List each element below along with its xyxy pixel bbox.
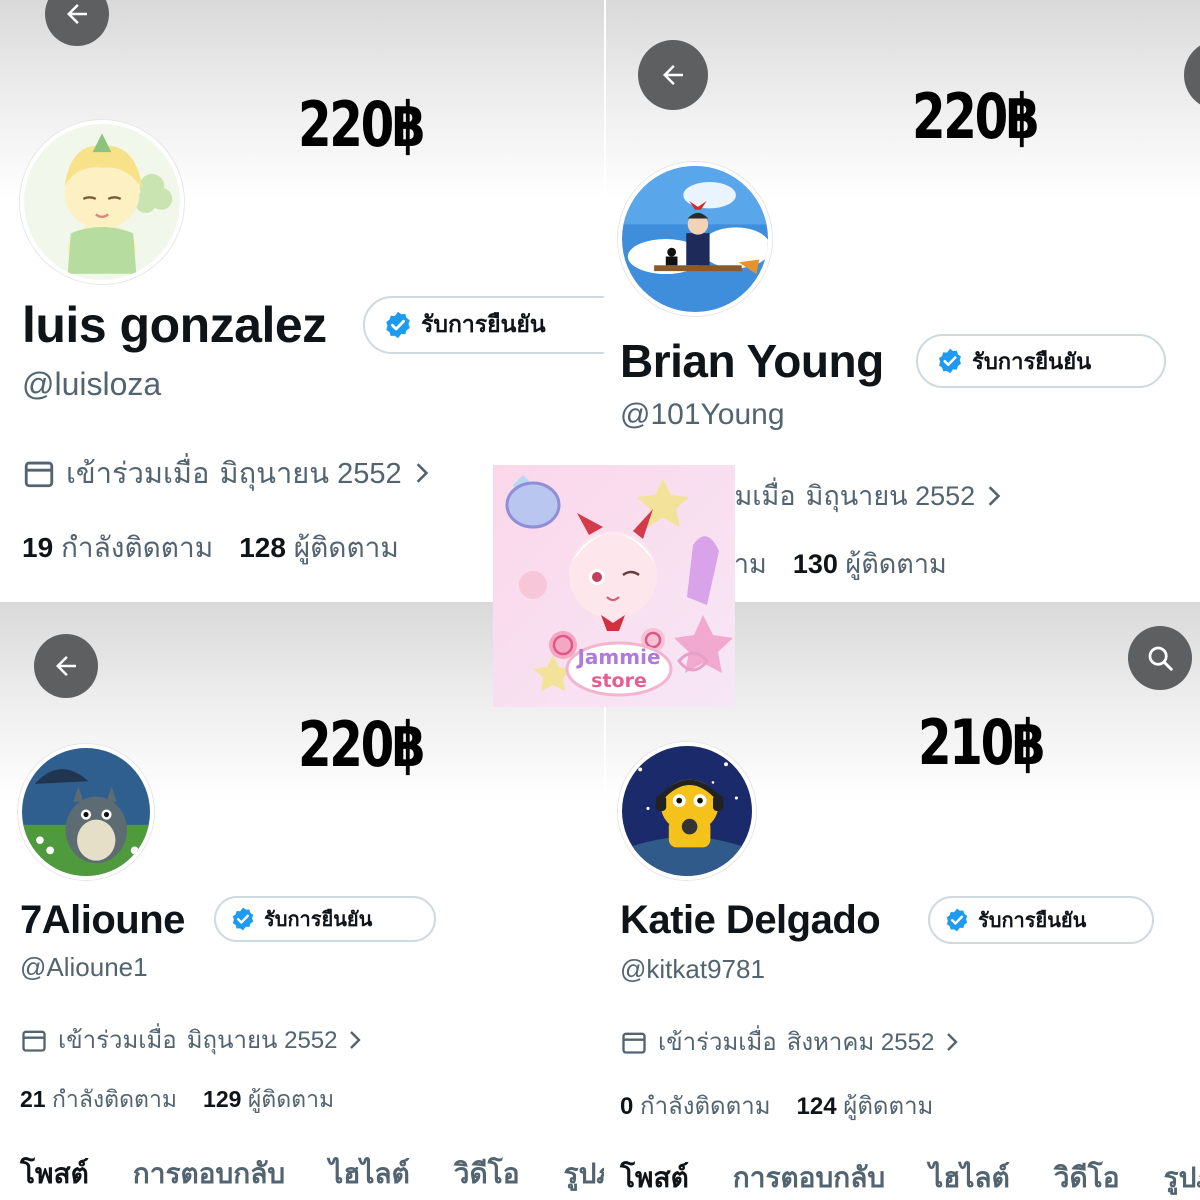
search-button[interactable] [1128,626,1192,690]
following-count[interactable]: 21 กำลังติดตาม [20,1082,177,1118]
back-button[interactable] [638,40,708,110]
logo-line2: store [591,670,647,692]
joined-date[interactable]: เข้าร่วมเมื่อ มิถุนายน 2552 [22,450,432,496]
joined-value: มิถุนายน 2552 [219,458,402,490]
tab-highlights[interactable]: ไฮไลต์ [329,1152,410,1196]
back-arrow-icon [663,65,683,85]
get-verified-button[interactable]: รับการยืนยัน [214,896,436,942]
follow-stats: 0 กำลังติดตาม 124 ผู้ติดตาม [620,1086,933,1125]
chevron-right-icon [988,485,1001,506]
calendar-icon [22,1030,46,1052]
store-logo-artwork: Jammie store [493,465,735,707]
chevron-right-icon [947,1032,959,1051]
following-count[interactable]: 19 กำลังติดตาม [22,526,213,570]
avatar[interactable] [18,744,154,880]
display-name: Brian Young [620,335,884,387]
verified-badge-icon [232,907,254,931]
joined-prefix: เข้าร่วมเมื่อ [58,1027,177,1054]
following-count[interactable]: 0 กำลังติดตาม [620,1086,771,1125]
followers-count[interactable]: 124 ผู้ติดตาม [797,1086,934,1125]
avatar[interactable] [618,742,756,880]
price-label: 210฿ [918,706,1046,779]
tab-photos[interactable]: รูปภาพ [564,1152,604,1196]
verified-badge-icon [939,348,961,374]
jammie-store-illustration: Jammie store [493,465,735,707]
follow-stats: 21 กำลังติดตาม 129 ผู้ติดตาม [20,1082,334,1118]
calendar-icon [24,461,54,488]
verify-label: รับการยืนยัน [972,348,1092,374]
price-label: 220฿ [298,88,426,161]
get-verified-button[interactable]: รับการยืนยัน [928,896,1154,944]
joined-date[interactable]: เข้าร่วมเมื่อ มิถุนายน 2552 [20,1020,363,1059]
user-handle: @luisloza [22,366,162,402]
logo-line1: Jammie [575,645,660,669]
tab-videos[interactable]: วิดีโอ [1054,1156,1120,1200]
price-label: 220฿ [298,708,426,781]
joined-prefix: เข้าร่วมเมื่อ [66,458,210,490]
verify-label: รับการยืนยัน [421,311,546,337]
avatar[interactable] [618,162,772,316]
back-arrow-icon [56,656,76,676]
get-verified-button[interactable]: รับการยืนยัน [916,334,1166,388]
joined-value: มิถุนายน 2552 [186,1027,338,1054]
display-name: luis gonzalez [22,297,327,353]
get-verified-button[interactable]: รับการยืนยัน [363,296,604,354]
verify-label: รับการยืนยัน [264,909,373,931]
tab-posts[interactable]: โพสต์ [20,1152,89,1196]
followers-count[interactable]: 130 ผู้ติดตาม [793,542,947,585]
verified-badge-icon [386,311,410,339]
tab-posts[interactable]: โพสต์ [620,1156,689,1200]
joined-prefix: เข้าร่วมเมื่อ [658,1029,777,1056]
follow-stats: 19 กำลังติดตาม 128 ผู้ติดตาม [22,526,399,570]
price-label: 220฿ [912,80,1040,153]
followers-count[interactable]: 129 ผู้ติดตาม [203,1082,334,1118]
tab-replies[interactable]: การตอบกลับ [133,1152,285,1196]
joined-value: มิถุนายน 2552 [805,481,976,511]
back-arrow-icon [67,4,87,24]
totoro-avatar-image [22,748,150,876]
verified-badge-icon [946,908,968,932]
user-handle: @101Young [620,398,785,431]
tab-photos[interactable]: รูปภาพ [1164,1156,1200,1200]
user-handle: @Alioune1 [20,952,148,982]
chevron-right-icon [416,463,428,483]
user-handle: @kitkat9781 [620,954,765,984]
avatar[interactable] [20,120,184,284]
joined-date[interactable]: เข้าร่วมเมื่อ สิงหาคม 2552 [620,1022,960,1061]
back-button[interactable] [34,634,98,698]
calendar-icon [622,1032,646,1054]
profile-tabs: โพสต์ การตอบกลับ ไฮไลต์ วิดีโอ รูปภาพ [20,1152,604,1196]
tab-highlights[interactable]: ไฮไลต์ [929,1156,1010,1200]
search-icon [1148,646,1173,671]
profile-tabs: โพสต์ การตอบกลับ ไฮไลต์ วิดีโอ รูปภาพ [620,1156,1200,1200]
display-name: Katie Delgado [620,898,881,942]
chevron-right-icon [350,1030,362,1049]
display-name: 7Alioune [20,898,185,942]
followers-count[interactable]: 128 ผู้ติดตาม [239,526,399,570]
tinkerbell-avatar-image [24,124,180,280]
jake-avatar-image [622,746,752,876]
tab-replies[interactable]: การตอบกลับ [733,1156,885,1200]
kiki-avatar-image [622,166,768,312]
joined-value: สิงหาคม 2552 [786,1029,935,1056]
tab-videos[interactable]: วิดีโอ [454,1152,520,1196]
verify-label: รับการยืนยัน [978,910,1087,932]
